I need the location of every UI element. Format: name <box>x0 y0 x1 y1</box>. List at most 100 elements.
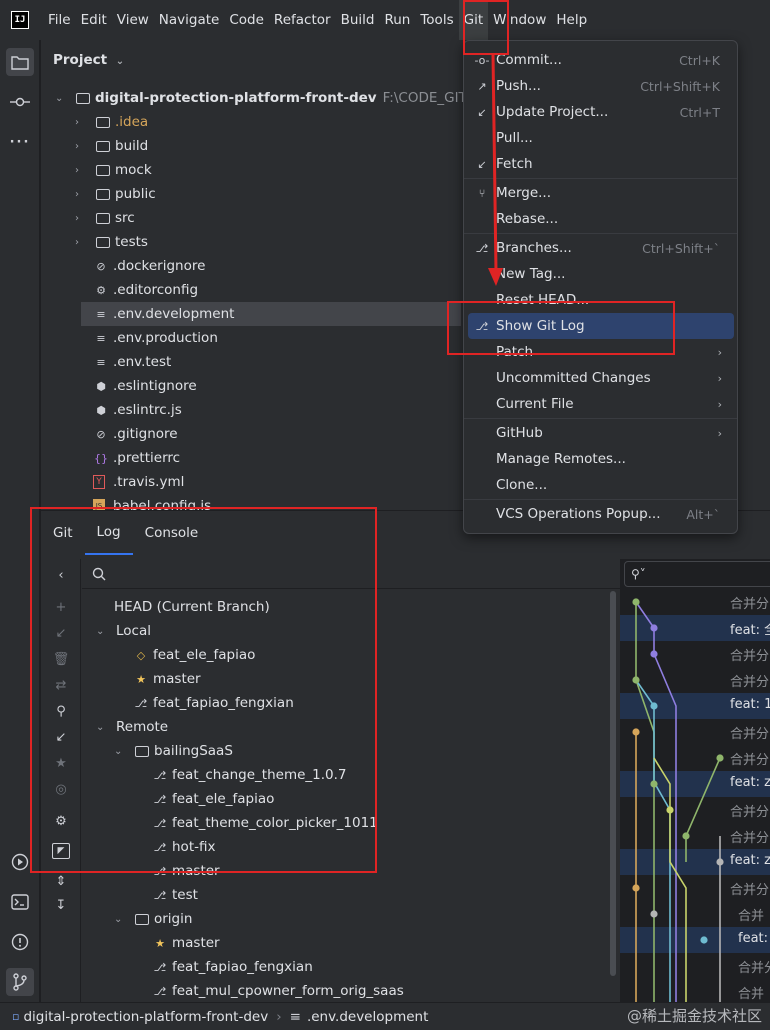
commit-graph <box>632 598 724 1017</box>
chevron-right-icon: › <box>717 426 722 440</box>
eslint-icon: ⬢ <box>96 403 106 417</box>
star-icon: ★ <box>155 936 165 950</box>
breadcrumb-project[interactable]: digital-protection-platform-front-dev <box>23 1009 268 1025</box>
chevron-right-icon[interactable]: › <box>75 141 87 152</box>
menu-file[interactable]: File <box>43 0 76 40</box>
expand-icon[interactable]: ⇕ <box>51 871 71 891</box>
menu-tools[interactable]: Tools <box>415 0 458 40</box>
commit-node[interactable] <box>650 650 658 658</box>
commit-node[interactable] <box>650 910 658 918</box>
menu-edit[interactable]: Edit <box>76 0 112 40</box>
tree-item[interactable]: › src <box>75 206 135 230</box>
problems-tool-button[interactable] <box>6 928 34 956</box>
tree-item[interactable]: › build <box>75 134 148 158</box>
menu-navigate[interactable]: Navigate <box>154 0 225 40</box>
menu-refactor[interactable]: Refactor <box>269 0 336 40</box>
tree-item[interactable]: › .idea <box>75 110 148 134</box>
remote-branch-row[interactable]: ⎇ feat_mul_cpowner_form_orig_saas <box>152 979 404 1003</box>
more-icon: ··· <box>9 134 31 150</box>
tree-item[interactable]: › mock <box>75 158 152 182</box>
chevron-right-icon[interactable]: › <box>75 189 87 200</box>
chevron-right-icon[interactable]: › <box>75 237 87 248</box>
remote-branch-row[interactable]: ⎇ test <box>152 883 198 907</box>
breadcrumb-file[interactable]: .env.development <box>307 1009 428 1025</box>
git-menu-item[interactable]: Uncommitted Changes › <box>468 365 734 391</box>
git-menu-item[interactable]: VCS Operations Popup... Alt+` <box>468 501 734 527</box>
menu-run[interactable]: Run <box>379 0 415 40</box>
module-icon: ▫ <box>12 1010 20 1023</box>
module-folder-icon <box>75 91 91 105</box>
menu-build[interactable]: Build <box>336 0 380 40</box>
branch-label: origin <box>154 911 193 927</box>
collapse-all-icon[interactable]: ↧ <box>51 895 71 915</box>
branch-label: test <box>172 887 198 903</box>
project-panel-title[interactable]: Project ⌄ <box>53 52 124 68</box>
graph-edge <box>685 757 721 862</box>
git-menu-item[interactable]: Current File › <box>468 391 734 417</box>
menu-code[interactable]: Code <box>224 0 269 40</box>
commit-icon <box>10 97 30 107</box>
tree-item[interactable]: Y .travis.yml <box>81 470 184 494</box>
git-tool-button[interactable] <box>6 968 34 996</box>
tree-item[interactable]: ≡ .env.development <box>81 302 461 326</box>
commit-node[interactable] <box>716 858 724 866</box>
git-menu-item[interactable]: Clone... <box>468 472 734 498</box>
remote-group-node[interactable]: ⌄ origin <box>114 907 192 931</box>
terminal-tool-button[interactable] <box>6 888 34 916</box>
tree-item[interactable]: {} .prettierrc <box>81 446 180 470</box>
commit-tool-button[interactable] <box>6 88 34 116</box>
commit-node[interactable] <box>632 598 640 606</box>
tree-item[interactable]: ⊘ .dockerignore <box>81 254 205 278</box>
chevron-down-icon[interactable]: ⌄ <box>114 914 126 925</box>
remote-branch-row[interactable]: ★ master <box>152 931 220 955</box>
log-search-field[interactable]: ⚲˅ <box>624 561 770 587</box>
commit-node[interactable] <box>632 676 640 684</box>
ignore-file-icon: ⊘ <box>96 259 106 273</box>
project-root-name: digital-protection-platform-front-dev <box>95 90 377 106</box>
chevron-right-icon[interactable]: › <box>75 117 87 128</box>
git-menu-item[interactable]: Manage Remotes... <box>468 446 734 472</box>
remote-branch-row[interactable]: ⎇ feat_fapiao_fengxian <box>152 955 313 979</box>
branch-scrollbar[interactable] <box>610 591 616 976</box>
tree-item[interactable]: ≡ .env.test <box>81 350 171 374</box>
branch-label: master <box>172 935 220 951</box>
tree-item[interactable]: ⊘ .gitignore <box>81 422 177 446</box>
tree-item[interactable]: ⬢ .eslintignore <box>81 374 197 398</box>
graph-edge <box>635 602 655 1017</box>
tree-item[interactable]: ⬢ .eslintrc.js <box>81 398 182 422</box>
git-menu-item-label: Merge... <box>496 185 552 201</box>
commit-node[interactable] <box>700 936 708 944</box>
commit-node[interactable] <box>716 754 724 762</box>
menu-view[interactable]: View <box>112 0 154 40</box>
commit-node[interactable] <box>650 702 658 710</box>
tree-item[interactable]: ⚙ .editorconfig <box>81 278 198 302</box>
project-tool-button[interactable] <box>6 48 34 76</box>
commit-node[interactable] <box>650 624 658 632</box>
chevron-right-icon[interactable]: › <box>75 213 87 224</box>
folder-icon <box>95 235 111 249</box>
problems-icon <box>11 933 29 951</box>
branch-icon <box>13 973 27 991</box>
chevron-right-icon[interactable]: › <box>75 165 87 176</box>
git-menu-item[interactable]: GitHub › <box>468 420 734 446</box>
folder-icon <box>134 912 150 926</box>
watermark: @稀土掘金技术社区 <box>626 1007 762 1025</box>
menu-separator <box>464 499 737 500</box>
tree-item[interactable]: › tests <box>75 230 148 254</box>
menu-help[interactable]: Help <box>551 0 592 40</box>
git-menu-item-label: GitHub <box>496 425 543 441</box>
folder-icon <box>95 211 111 225</box>
commit-node[interactable] <box>650 780 658 788</box>
project-root[interactable]: ⌄ digital-protection-platform-front-dev … <box>55 86 523 110</box>
commit-node[interactable] <box>666 806 674 814</box>
commit-node[interactable] <box>682 832 690 840</box>
commit-node[interactable] <box>632 884 640 892</box>
tree-item[interactable]: › public <box>75 182 156 206</box>
tree-item[interactable]: ≡ .env.production <box>81 326 218 350</box>
folder-icon <box>95 115 111 129</box>
chevron-right-icon: › <box>717 345 722 359</box>
more-tools-button[interactable]: ··· <box>6 128 34 156</box>
annotation-show-git-log-box <box>447 301 675 355</box>
branch-label: feat_mul_cpowner_form_orig_saas <box>172 983 404 999</box>
commit-node[interactable] <box>632 728 640 736</box>
